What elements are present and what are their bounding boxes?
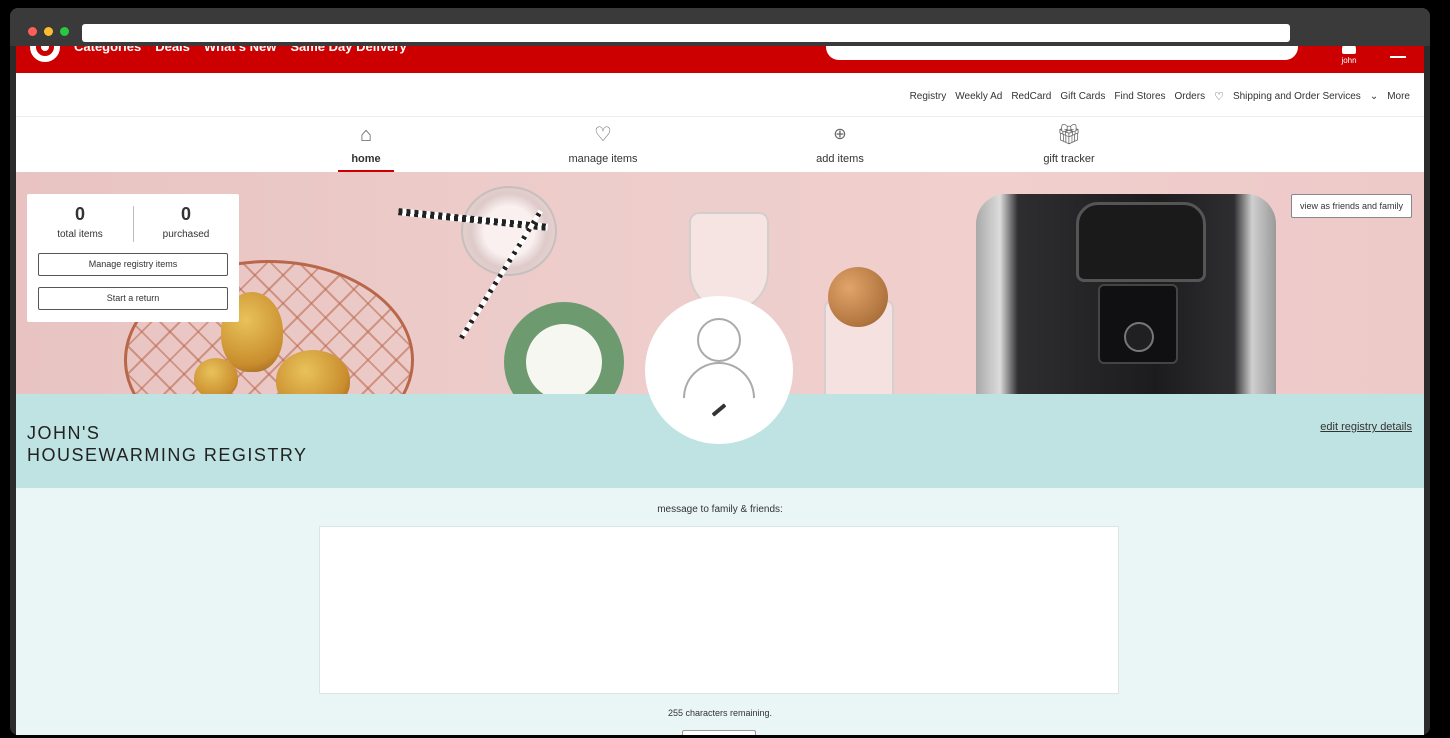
link-gift-cards[interactable]: Gift Cards <box>1060 91 1105 102</box>
registry-tabs: ⌂ home ♡ manage items ⊕ add items 🎁︎ gif… <box>16 116 1424 173</box>
link-more[interactable]: More <box>1387 91 1410 102</box>
link-find-stores[interactable]: Find Stores <box>1114 91 1165 102</box>
chevron-down-icon: ⌄ <box>1369 91 1379 102</box>
user-name: john <box>1341 56 1357 65</box>
registry-stats-card: 0 total items 0 purchased Manage registr… <box>27 194 239 322</box>
total-items-count: 0 <box>74 204 85 224</box>
tab-label: gift tracker <box>1043 153 1095 165</box>
avatar-body-icon <box>683 362 755 398</box>
registry-title-line2: HOUSEWARMING REGISTRY <box>27 445 308 465</box>
registry-title-line1: JOHN'S <box>27 423 101 443</box>
manage-registry-items-button[interactable]: Manage registry items <box>38 253 228 276</box>
tab-label: home <box>351 153 381 165</box>
start-return-button[interactable]: Start a return <box>38 287 228 310</box>
avatar-head-icon <box>697 318 741 362</box>
top-nav: Categories Deals What's New Same Day Del… <box>74 46 407 54</box>
tab-gift-tracker[interactable]: 🎁︎ gift tracker <box>1009 123 1129 165</box>
view-as-friends-button[interactable]: view as friends and family <box>1290 194 1412 218</box>
coffee-maker-lid <box>1076 202 1206 282</box>
coffee-maker-button <box>1124 322 1154 352</box>
browser-toolbar <box>10 8 1430 46</box>
wood-stopper-image <box>828 267 888 327</box>
link-orders[interactable]: Orders <box>1175 91 1206 102</box>
plus-circle-icon: ⊕ <box>833 126 847 143</box>
tab-label: manage items <box>568 153 638 165</box>
total-items-stat: 0 total items <box>27 204 133 240</box>
pear-image <box>194 358 238 394</box>
search-input[interactable]: Search <box>826 46 1298 60</box>
purchased-stat: 0 purchased <box>133 204 239 240</box>
link-redcard[interactable]: RedCard <box>1011 91 1051 102</box>
link-registry[interactable]: Registry <box>910 91 947 102</box>
sugar-bowl-image <box>504 302 624 394</box>
target-logo[interactable] <box>30 46 60 62</box>
pencil-icon[interactable] <box>711 403 727 417</box>
nav-deals[interactable]: Deals <box>155 46 190 54</box>
save-message-button[interactable] <box>682 730 756 735</box>
tab-label: add items <box>816 153 864 165</box>
maximize-window-dot[interactable] <box>60 27 69 36</box>
message-section: message to family & friends: 255 charact… <box>16 488 1424 735</box>
tab-add-items[interactable]: ⊕ add items <box>780 123 900 165</box>
utility-links: Registry Weekly Ad RedCard Gift Cards Fi… <box>910 90 1410 103</box>
purchased-count: 0 <box>180 204 191 224</box>
heart-icon: ♡ <box>594 124 612 146</box>
nav-whats-new[interactable]: What's New <box>204 46 276 54</box>
heart-icon[interactable]: ♡ <box>1214 90 1224 103</box>
link-weekly-ad[interactable]: Weekly Ad <box>955 91 1002 102</box>
message-label: message to family & friends: <box>657 504 783 515</box>
address-bar[interactable] <box>82 24 1290 42</box>
tab-home[interactable]: ⌂ home <box>306 123 426 173</box>
site-header: Categories Deals What's New Same Day Del… <box>16 46 1424 73</box>
total-items-label: total items <box>57 229 103 240</box>
minimize-window-dot[interactable] <box>44 27 53 36</box>
account-button[interactable]: john <box>1334 46 1364 72</box>
cart-icon[interactable] <box>1390 46 1406 58</box>
registry-title: JOHN'S HOUSEWARMING REGISTRY <box>27 422 308 466</box>
user-icon <box>1342 46 1356 54</box>
purchased-label: purchased <box>162 229 210 240</box>
tab-manage-items[interactable]: ♡ manage items <box>543 123 663 165</box>
nav-same-day-delivery[interactable]: Same Day Delivery <box>290 46 406 54</box>
nav-categories[interactable]: Categories <box>74 46 141 54</box>
gift-icon: 🎁︎ <box>1056 124 1082 146</box>
window-controls <box>28 27 69 36</box>
close-window-dot[interactable] <box>28 27 37 36</box>
registry-avatar[interactable] <box>645 296 793 444</box>
home-icon: ⌂ <box>359 124 373 146</box>
page-content: Categories Deals What's New Same Day Del… <box>16 46 1424 735</box>
link-shipping[interactable]: Shipping and Order Services <box>1233 91 1361 102</box>
characters-remaining: 255 characters remaining. <box>667 708 773 718</box>
message-textarea[interactable] <box>319 526 1119 694</box>
browser-window: Categories Deals What's New Same Day Del… <box>10 8 1430 735</box>
edit-registry-details-link[interactable]: edit registry details <box>1320 421 1412 433</box>
